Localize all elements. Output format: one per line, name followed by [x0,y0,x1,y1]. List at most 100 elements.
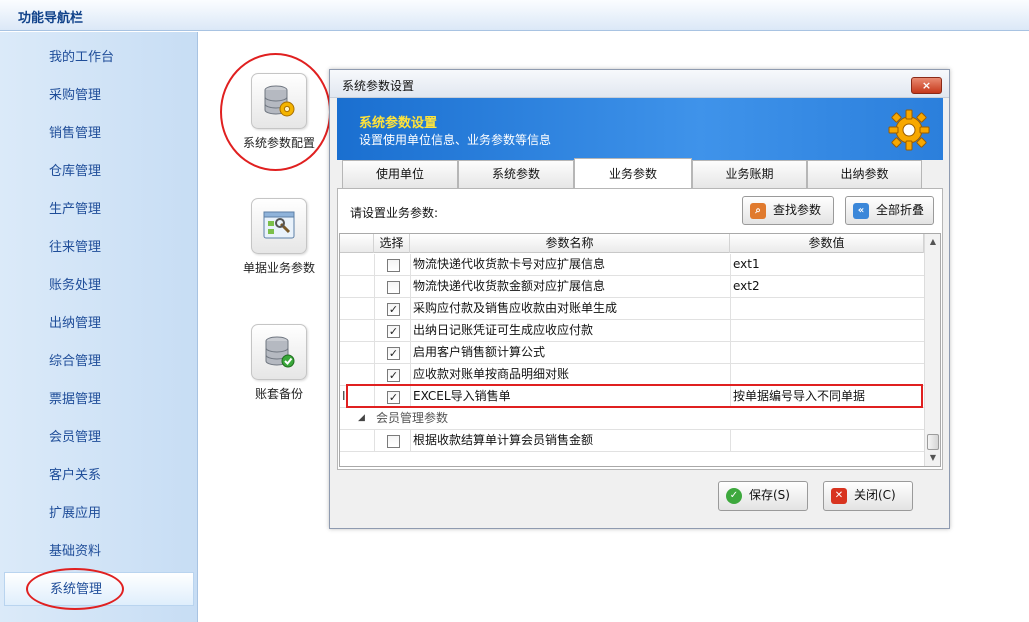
tab-business-params[interactable]: 业务参数 [574,158,692,189]
sidebar-item-bills[interactable]: 票据管理 [4,383,194,417]
database-gear-icon [251,73,307,129]
tool-label-document-params: 单据业务参数 [242,261,315,275]
grid-header: 选择 参数名称 参数值 [340,234,924,253]
param-name: 出纳日记账凭证可生成应收应付款 [410,320,730,342]
table-row-current[interactable]: I ✓ EXCEL导入销售单 按单据编号导入不同单据 [340,386,924,408]
save-label: 保存(S) [749,488,790,502]
row-checkbox[interactable]: ✓ [387,391,400,404]
row-checkbox[interactable] [387,435,400,448]
param-value[interactable] [730,320,924,342]
param-value[interactable] [730,298,924,320]
collapse-all-label: 全部折叠 [876,203,925,217]
param-name: 启用客户销售额计算公式 [410,342,730,364]
find-params-button[interactable]: ⌕ 查找参数 [742,196,834,225]
tab-system-params[interactable]: 系统参数 [458,160,574,188]
sidebar-item-purchase[interactable]: 采购管理 [4,79,194,113]
row-checkbox[interactable] [387,259,400,272]
group-label: 会员管理参数 [376,411,449,425]
grid-header-value: 参数值 [730,234,924,253]
table-row[interactable]: ✓ 出纳日记账凭证可生成应收应付款 [340,320,924,342]
current-row-indicator: I [342,389,346,403]
sidebar-item-crm[interactable]: 客户关系 [4,459,194,493]
tab-cashier-params[interactable]: 出纳参数 [807,160,922,188]
tab-business-period[interactable]: 业务账期 [692,160,807,188]
find-params-label: 查找参数 [773,203,822,217]
search-icon: ⌕ [750,203,766,219]
sidebar-item-sales[interactable]: 销售管理 [4,117,194,151]
param-value[interactable]: ext2 [730,276,924,298]
save-button[interactable]: ✓ 保存(S) [718,481,808,511]
dialog-close-icon[interactable]: × [911,77,942,94]
tab-organization[interactable]: 使用单位 [342,160,458,188]
param-value[interactable]: 按单据编号导入不同单据 [730,386,924,408]
row-checkbox[interactable]: ✓ [387,369,400,382]
sidebar-item-basic-data[interactable]: 基础资料 [4,535,194,569]
sidebar-item-bookkeeping[interactable]: 账务处理 [4,269,194,303]
close-label: 关闭(C) [854,488,896,502]
sidebar-item-general[interactable]: 综合管理 [4,345,194,379]
panel-instruction: 请设置业务参数: [350,206,439,220]
document-settings-icon [251,198,307,254]
param-value[interactable] [730,430,924,452]
close-button[interactable]: ✕ 关闭(C) [823,481,913,511]
param-value[interactable]: ext1 [730,254,924,276]
tool-label-system-params: 系统参数配置 [242,136,315,150]
collapse-icon: « [853,203,869,219]
business-params-panel: 请设置业务参数: ⌕ 查找参数 « 全部折叠 选择 参数名称 参数值 物流快递代… [337,188,943,470]
row-checkbox[interactable] [387,281,400,294]
scroll-down-icon[interactable]: ▼ [925,450,940,466]
sidebar-item-extensions[interactable]: 扩展应用 [4,497,194,531]
sidebar-item-workbench[interactable]: 我的工作台 [4,41,194,75]
row-checkbox[interactable]: ✓ [387,303,400,316]
navigation-header: 功能导航栏 [0,0,1029,31]
system-params-dialog: 系统参数设置 × 系统参数设置 设置使用单位信息、业务参数等信息 使用单位 系统… [329,69,950,529]
table-row[interactable]: 物流快递代收货款金额对应扩展信息 ext2 [340,276,924,298]
banner-subtitle: 设置使用单位信息、业务参数等信息 [359,133,552,147]
param-name: 采购应付款及销售应收款由对账单生成 [410,298,730,320]
param-value[interactable] [730,364,924,386]
dialog-banner: 系统参数设置 设置使用单位信息、业务参数等信息 [337,98,943,160]
row-checkbox[interactable]: ✓ [387,325,400,338]
group-row-member-params[interactable]: ◢ 会员管理参数 [340,408,924,430]
param-value[interactable] [730,342,924,364]
grid-header-name: 参数名称 [410,234,730,253]
row-checkbox[interactable]: ✓ [387,347,400,360]
grid-scrollbar[interactable]: ▲ ▼ [924,234,940,466]
navigation-title: 功能导航栏 [18,11,84,26]
sidebar-item-members[interactable]: 会员管理 [4,421,194,455]
dialog-tabs: 使用单位 系统参数 业务参数 业务账期 出纳参数 [337,158,943,189]
params-grid: 选择 参数名称 参数值 物流快递代收货款卡号对应扩展信息 ext1 物流快递代收… [339,233,941,467]
gear-icon [888,109,930,151]
table-row[interactable]: 物流快递代收货款卡号对应扩展信息 ext1 [340,254,924,276]
table-row[interactable]: ✓ 启用客户销售额计算公式 [340,342,924,364]
check-icon: ✓ [726,488,742,504]
tool-system-params[interactable]: 系统参数配置 [234,73,324,151]
param-name: 物流快递代收货款金额对应扩展信息 [410,276,730,298]
dialog-titlebar[interactable]: 系统参数设置 × [330,70,949,98]
scroll-up-icon[interactable]: ▲ [925,234,940,250]
table-row[interactable]: ✓ 应收款对账单按商品明细对账 [340,364,924,386]
sidebar-item-warehouse[interactable]: 仓库管理 [4,155,194,189]
tool-label-account-backup: 账套备份 [254,387,303,401]
param-name: 应收款对账单按商品明细对账 [410,364,730,386]
grid-header-indicator [340,234,374,253]
param-name: 物流快递代收货款卡号对应扩展信息 [410,254,730,276]
tool-account-backup[interactable]: 账套备份 [234,324,324,402]
table-row[interactable]: 根据收款结算单计算会员销售金额 [340,430,924,452]
sidebar-item-cashier[interactable]: 出纳管理 [4,307,194,341]
expand-arrow-icon[interactable]: ◢ [358,408,372,430]
close-icon: ✕ [831,488,847,504]
banner-title: 系统参数设置 [359,116,438,131]
database-backup-icon [251,324,307,380]
sidebar-item-accounts[interactable]: 往来管理 [4,231,194,265]
grid-header-select: 选择 [374,234,410,253]
sidebar-item-system[interactable]: 系统管理 [4,572,194,606]
sidebar-item-production[interactable]: 生产管理 [4,193,194,227]
param-name: 根据收款结算单计算会员销售金额 [410,430,730,452]
table-row[interactable]: ✓ 采购应付款及销售应收款由对账单生成 [340,298,924,320]
param-name: EXCEL导入销售单 [410,386,730,408]
collapse-all-button[interactable]: « 全部折叠 [845,196,934,225]
tool-document-params[interactable]: 单据业务参数 [234,198,324,276]
sidebar: 我的工作台 采购管理 销售管理 仓库管理 生产管理 往来管理 账务处理 出纳管理… [0,32,198,622]
scroll-thumb[interactable] [927,434,939,450]
